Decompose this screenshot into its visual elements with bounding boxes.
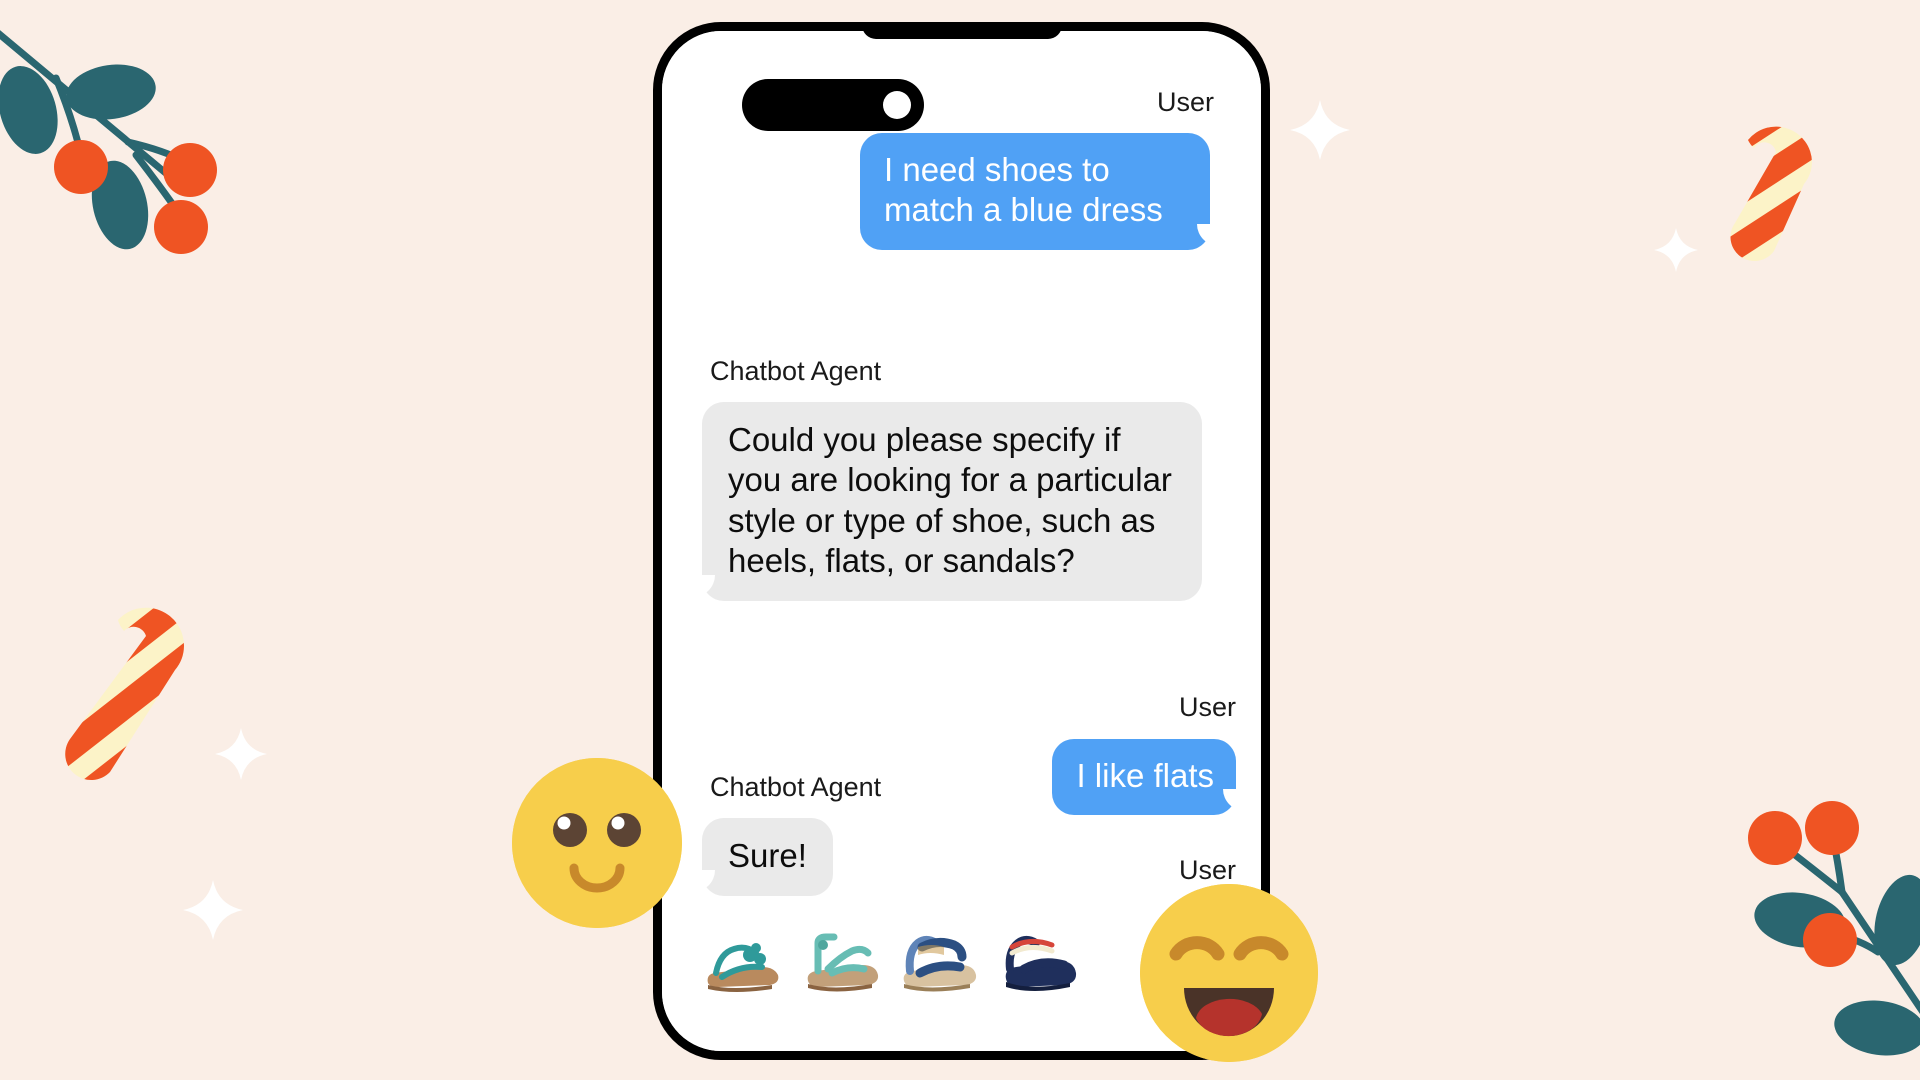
message-row: Could you please specify if you are look… <box>691 402 1202 601</box>
product-thumbnail[interactable] <box>700 921 788 1001</box>
sparkle-icon <box>183 880 243 940</box>
chat-bubble-user[interactable]: I need shoes to match a blue dress <box>860 133 1221 250</box>
chat-bubble-user[interactable]: I like flats <box>1052 739 1247 816</box>
chat-bubble-agent[interactable]: Could you please specify if you are look… <box>691 402 1202 601</box>
candy-cane-icon <box>58 580 228 800</box>
speaker-notch <box>861 31 1062 39</box>
product-thumbnail[interactable] <box>896 921 984 1001</box>
bubble-tail <box>1195 223 1221 250</box>
product-thumbnail[interactable] <box>798 921 886 1001</box>
chat-bubble-text: Sure! <box>728 837 807 874</box>
chat-bubble-text: Could you please specify if you are look… <box>728 421 1172 579</box>
holly-branch-icon <box>0 0 268 290</box>
chat-bubble-text: I like flats <box>1076 757 1214 794</box>
chat-bubble-text: I need shoes to match a blue dress <box>884 151 1163 229</box>
smiling-face-emoji <box>512 758 682 928</box>
shoe-results <box>700 921 1082 1001</box>
message-row: Chatbot Agent <box>710 358 881 385</box>
bubble-tail <box>691 870 717 896</box>
sparkle-icon <box>215 728 267 780</box>
sender-label: Chatbot Agent <box>710 356 882 386</box>
sender-label: User <box>1156 87 1214 117</box>
sender-label: User <box>1178 692 1236 722</box>
sender-label: User <box>1178 855 1236 885</box>
sparkle-icon <box>1290 100 1350 160</box>
chat-bubble-agent[interactable]: Sure! <box>691 818 833 897</box>
camera-lens-icon <box>883 91 911 119</box>
laughing-face-emoji <box>1140 884 1318 1062</box>
candy-cane-icon <box>1710 88 1890 278</box>
product-thumbnail[interactable] <box>994 921 1082 1001</box>
sender-label: Chatbot Agent <box>710 772 882 802</box>
message-row: I need shoes to match a blue dress <box>860 133 1221 250</box>
bubble-tail <box>1221 789 1247 815</box>
bubble-tail <box>691 575 717 601</box>
poster-canvas: User I need shoes to match a blue dress … <box>0 0 1920 1080</box>
message-row: Sure! <box>691 818 833 897</box>
holly-branch-icon <box>1720 780 1920 1080</box>
sparkle-icon <box>1654 228 1698 272</box>
message-row: Chatbot Agent <box>710 774 881 801</box>
dynamic-island <box>742 79 924 131</box>
